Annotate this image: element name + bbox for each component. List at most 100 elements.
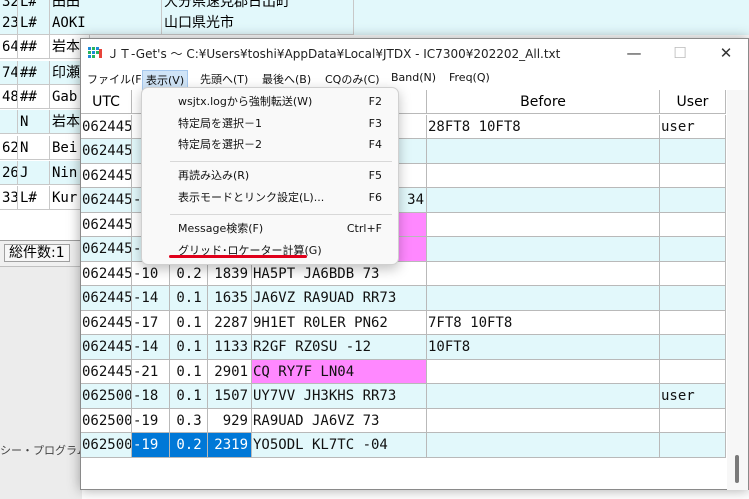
divider (0, 266, 82, 267)
menu-file[interactable]: ファイル(F) (84, 70, 149, 88)
header-before[interactable]: Before (427, 90, 660, 114)
table-row[interactable]: 062445 -17 0.1 2287 9H1ET R0LER PN62 7FT… (81, 310, 726, 335)
cell-user: user (660, 114, 726, 139)
menu-item-display-mode[interactable]: 表示モードとリンク設定(L)... F6 (142, 187, 398, 209)
minimize-button[interactable]: — (611, 39, 657, 67)
annotation-underline (169, 255, 307, 258)
bg-cell: J (18, 161, 50, 185)
cell-before (427, 163, 660, 188)
cell-message-cq: CQ RY7F LN04 (252, 359, 427, 384)
table-row[interactable]: 062445 -10 0.2 1839 HA5PT JA6BDB 73 (81, 261, 726, 286)
maximize-button[interactable]: ☐ (657, 39, 703, 67)
app-icon (87, 45, 103, 61)
menu-item-label: Message検索(F) (178, 222, 264, 235)
menu-item-shortcut: F3 (368, 117, 382, 130)
cell-utc: 062445 (81, 212, 132, 237)
cell-freq: 1839 (208, 261, 252, 286)
menu-go-top[interactable]: 先頭へ(T) (197, 70, 251, 88)
cell-utc: 062445 (81, 310, 132, 335)
cell-freq: 2901 (208, 359, 252, 384)
cell-before (427, 384, 660, 409)
bg-row: 23 L# AOKI 山口県光市 (0, 11, 749, 35)
cell-utc: 062445 (81, 359, 132, 384)
table-row-selected[interactable]: 062500 -19 0.2 2319 YO5ODL KL7TC -04 (81, 433, 726, 458)
cell-message: YO5ODL KL7TC -04 (252, 433, 427, 458)
cell-dt: 0.1 (170, 286, 208, 311)
scrollbar-thumb[interactable] (735, 455, 739, 483)
table-row[interactable]: 062445 -14 0.1 1635 JA6VZ RA9UAD RR73 (81, 286, 726, 311)
cell-user (660, 286, 726, 311)
cell-before: 10FT8 (427, 335, 660, 360)
menu-separator (170, 161, 392, 162)
cell-db: -21 (132, 359, 170, 384)
table-row[interactable]: 062445 -14 0.1 1133 R2GF RZ0SU -12 10FT8 (81, 335, 726, 360)
program-label: シー・プログラム (0, 444, 88, 457)
menu-item-label: 表示モードとリンク設定(L)... (178, 191, 325, 204)
bg-cell: 64 (0, 35, 18, 59)
menu-item-select-station-2[interactable]: 特定局を選択－2 F4 (142, 134, 398, 156)
bg-cell: 48 (0, 85, 18, 109)
bg-cell (0, 110, 18, 134)
cell-user (660, 212, 726, 237)
menu-separator (170, 214, 392, 215)
cell-utc: 062500 (81, 384, 132, 409)
cell-before (427, 139, 660, 164)
cell-user (660, 359, 726, 384)
menu-item-select-station-1[interactable]: 特定局を選択－1 F3 (142, 113, 398, 135)
cell-dt: 0.1 (170, 335, 208, 360)
cell-freq: 1133 (208, 335, 252, 360)
total-count: 総件数:1 (4, 244, 70, 262)
cell-utc: 062445 (81, 139, 132, 164)
cell-utc: 062500 (81, 433, 132, 458)
cell-message: UY7VV JH3KHS RR73 (252, 384, 427, 409)
menu-freq[interactable]: Freq(Q) (446, 70, 493, 85)
cell-user (660, 408, 726, 433)
cell-db: -19 (132, 408, 170, 433)
menu-cq-only[interactable]: CQのみ(C) (322, 70, 383, 88)
cell-user (660, 433, 726, 458)
cell-before (427, 359, 660, 384)
menu-item-shortcut: F6 (368, 191, 382, 204)
bg-cell: 33 (0, 186, 18, 210)
cell-user (660, 335, 726, 360)
table-row[interactable]: 062445 -21 0.1 2901 CQ RY7F LN04 (81, 359, 726, 384)
menu-go-bottom[interactable]: 最後へ(B) (259, 70, 314, 88)
menu-band[interactable]: Band(N) (388, 70, 439, 85)
menu-item-label: グリッド･ロケーター計算(G) (178, 244, 322, 257)
bg-cell: N (18, 136, 50, 160)
header-user[interactable]: User (660, 90, 726, 114)
window-title: ＪＴ-Get's ～ C:¥Users¥toshi¥AppData¥Local¥… (107, 47, 561, 61)
bg-cell: L# (18, 11, 50, 35)
cell-dt: 0.2 (170, 261, 208, 286)
title-bar[interactable]: ＪＴ-Get's ～ C:¥Users¥toshi¥AppData¥Local¥… (81, 39, 748, 67)
cell-message: R2GF RZ0SU -12 (252, 335, 427, 360)
menu-item-force-transfer[interactable]: wsjtx.logから強制転送(W) F2 (142, 91, 398, 113)
cell-message: JA6VZ RA9UAD RR73 (252, 286, 427, 311)
menu-item-grid-locator[interactable]: グリッド･ロケーター計算(G) (142, 240, 398, 262)
menu-item-shortcut: F5 (368, 169, 382, 182)
menu-item-reload[interactable]: 再読み込み(R) F5 (142, 165, 398, 187)
menu-item-shortcut: F2 (368, 95, 382, 108)
header-utc[interactable]: UTC (81, 90, 132, 114)
cell-utc: 062445 (81, 286, 132, 311)
cell-user (660, 237, 726, 262)
menu-item-message-search[interactable]: Message検索(F) Ctrl+F (142, 218, 398, 240)
cell-before (427, 433, 660, 458)
bg-cell: N (18, 110, 50, 134)
menu-item-label: wsjtx.logから強制転送(W) (178, 95, 313, 108)
bg-panel (0, 266, 82, 499)
bg-cell: 23 (0, 11, 18, 35)
cell-user (660, 188, 726, 213)
vertical-scrollbar[interactable] (727, 90, 748, 490)
cell-db: -14 (132, 335, 170, 360)
view-menu-dropdown: wsjtx.logから強制転送(W) F2 特定局を選択－1 F3 特定局を選択… (141, 87, 399, 265)
bg-cell: ## (18, 85, 50, 109)
cell-dt: 0.1 (170, 384, 208, 409)
bg-cell: AOKI (50, 11, 162, 35)
table-row[interactable]: 062500 -19 0.3 929 RA9UAD JA6VZ 73 (81, 408, 726, 433)
table-row[interactable]: 062500 -18 0.1 1507 UY7VV JH3KHS RR73 us… (81, 384, 726, 409)
close-button[interactable]: ✕ (703, 39, 749, 67)
cell-message: 9H1ET R0LER PN62 (252, 310, 427, 335)
cell-before: 7FT8 10FT8 (427, 310, 660, 335)
bg-cell: ## (18, 35, 50, 59)
